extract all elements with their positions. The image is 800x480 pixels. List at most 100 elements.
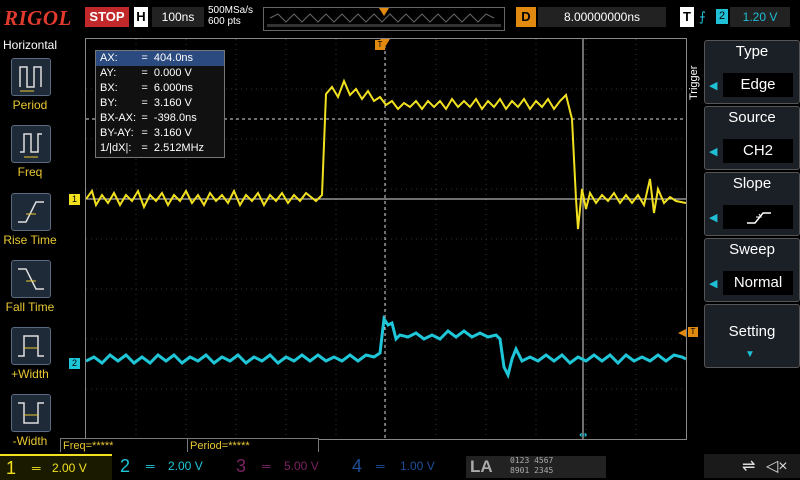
positive-width-label: +Width (11, 367, 49, 381)
negative-width-icon (18, 402, 44, 424)
usb-icon: ⇌ (742, 458, 756, 475)
measure-eq: = (141, 142, 148, 154)
trigger-sweep-button[interactable]: Sweep ◀ Normal (704, 238, 800, 302)
freq-icon (20, 133, 42, 158)
period-button[interactable] (11, 58, 51, 96)
memory-depth: 600 pts (208, 16, 241, 27)
fall-time-button[interactable] (11, 260, 51, 298)
ch3-scale: 5.00 V (284, 459, 319, 473)
ch1-scale: 2.00 V (52, 461, 87, 475)
trigger-slope-label: Slope (732, 175, 772, 192)
ch2-scale: 2.00 V (168, 459, 203, 473)
measure-eq: = (141, 97, 148, 109)
trigger-type-value: Edge (723, 73, 793, 97)
trigger-source-badge: 2 (716, 9, 728, 24)
ch2-trace (85, 314, 687, 380)
measure-key: BX-AX: (100, 112, 137, 124)
rise-time-button[interactable] (11, 193, 51, 231)
ch3-number: 3 (236, 456, 247, 476)
measure-key: AY: (100, 67, 117, 79)
ch2-coupling-icon: ═ (146, 459, 155, 473)
trigger-level-value[interactable]: 1.20 V (730, 7, 790, 27)
trigger-setting-label: Setting (728, 323, 776, 340)
left-arrow-icon: ◀ (709, 278, 718, 290)
system-status: ⇌ ◁× (704, 454, 800, 478)
freq-button[interactable] (11, 125, 51, 163)
sample-rate: 500MSa/s (208, 5, 254, 16)
trigger-source-label: Source (728, 109, 776, 126)
measure-key: BY-AY: (100, 127, 134, 139)
ch2-status[interactable]: 2 ═ 2.00 V (116, 454, 228, 478)
measure-key: BY: (100, 97, 118, 109)
measure-value: -398.0ns (153, 112, 197, 124)
trigger-menu-title: Trigger (688, 65, 700, 100)
ch1-ground-marker[interactable]: 1 (69, 194, 80, 205)
ch2-ground-marker[interactable]: 2 (69, 358, 80, 369)
ch1-number: 1 (6, 458, 17, 478)
memory-overview-icon (267, 8, 501, 27)
timebase-value[interactable]: 100ns (152, 7, 204, 27)
speaker-mute-icon[interactable]: ◁× (766, 456, 788, 476)
period-icon (19, 66, 42, 92)
rigol-logo: RIGOL (4, 6, 72, 30)
left-arrow-icon: ◀ (709, 212, 718, 224)
cursor-measurement-box: AX: = 404.0ns AY: = 0.000 V BX: = 6.000n… (95, 50, 225, 158)
measure-value: 2.512MHz (153, 142, 205, 154)
sample-info: 500MSa/s 600 pts (208, 5, 253, 27)
down-arrow-icon: ▼ (745, 349, 755, 360)
trigger-source-value: CH2 (723, 139, 793, 163)
measure-value: 3.160 V (153, 97, 192, 109)
trigger-level-marker[interactable] (678, 329, 686, 337)
negative-width-button[interactable] (11, 394, 51, 432)
horizontal-panel-title: Horizontal (2, 38, 58, 52)
ch1-status[interactable]: 1 ═ 2.00 V (0, 454, 112, 480)
measure-row: AY: = 0.000 V (96, 66, 224, 81)
trigger-type-button[interactable]: Type ◀ Edge (704, 40, 800, 104)
ch4-coupling-icon: ═ (376, 459, 385, 473)
ch3-coupling-icon: ═ (262, 459, 271, 473)
ch4-number: 4 (352, 456, 363, 476)
measure-eq: = (141, 82, 148, 94)
ch2-number: 2 (120, 456, 131, 476)
top-status-bar: RIGOL STOP H 100ns 500MSa/s 600 pts D 8.… (0, 0, 800, 36)
trigger-sweep-label: Sweep (729, 241, 775, 258)
ch1-coupling-icon: ═ (32, 461, 41, 475)
positive-width-button[interactable] (11, 327, 51, 365)
ch3-status[interactable]: 3 ═ 5.00 V (230, 454, 342, 478)
trigger-type-label: Type (735, 43, 769, 60)
measure-row: BY-AY: = 3.160 V (96, 126, 224, 141)
measure-value: 3.160 V (153, 127, 192, 139)
run-stop-status[interactable]: STOP (85, 7, 129, 27)
measure-value: 6.000ns (153, 82, 194, 94)
measure-eq: = (141, 112, 148, 124)
measure-row: AX: = 404.0ns (96, 51, 224, 66)
trigger-source-button[interactable]: Source ◀ CH2 (704, 106, 800, 170)
measure-row: BX: = 6.000ns (96, 81, 224, 96)
rise-time-icon (18, 201, 44, 223)
fall-time-label: Fall Time (5, 300, 55, 314)
trigger-top-marker: T (375, 40, 385, 50)
measure-value: 404.0ns (153, 52, 194, 64)
measure-row: 1/|dX|: = 2.512MHz (96, 141, 224, 156)
measure-key: 1/|dX|: (100, 142, 132, 154)
measure-key: BX: (100, 82, 118, 94)
la-digits-bottom: 8901 2345 (510, 466, 554, 475)
rising-edge-icon: ⨍ (699, 9, 706, 24)
trigger-label: T (680, 7, 694, 27)
measure-row: BY: = 3.160 V (96, 96, 224, 111)
cursor-b-arrow-icon: ↔ (579, 430, 587, 439)
memory-overview-bar (263, 7, 505, 31)
trigger-slope-value (723, 205, 793, 229)
horizontal-label: H (134, 7, 148, 27)
ch4-status[interactable]: 4 ═ 1.00 V (346, 454, 458, 478)
la-status[interactable]: LA 0123 4567 8901 2345 (466, 456, 606, 478)
trigger-slope-button[interactable]: Slope ◀ (704, 172, 800, 236)
measure-row: BX-AX: = -398.0ns (96, 111, 224, 126)
measure-eq: = (141, 52, 148, 64)
fall-time-icon (18, 268, 44, 290)
ch4-scale: 1.00 V (400, 459, 435, 473)
trigger-setting-button[interactable]: Setting ▼ (704, 304, 800, 368)
la-label: LA (470, 457, 493, 476)
delay-value[interactable]: 8.00000000ns (538, 7, 666, 27)
measure-key: AX: (100, 52, 118, 64)
